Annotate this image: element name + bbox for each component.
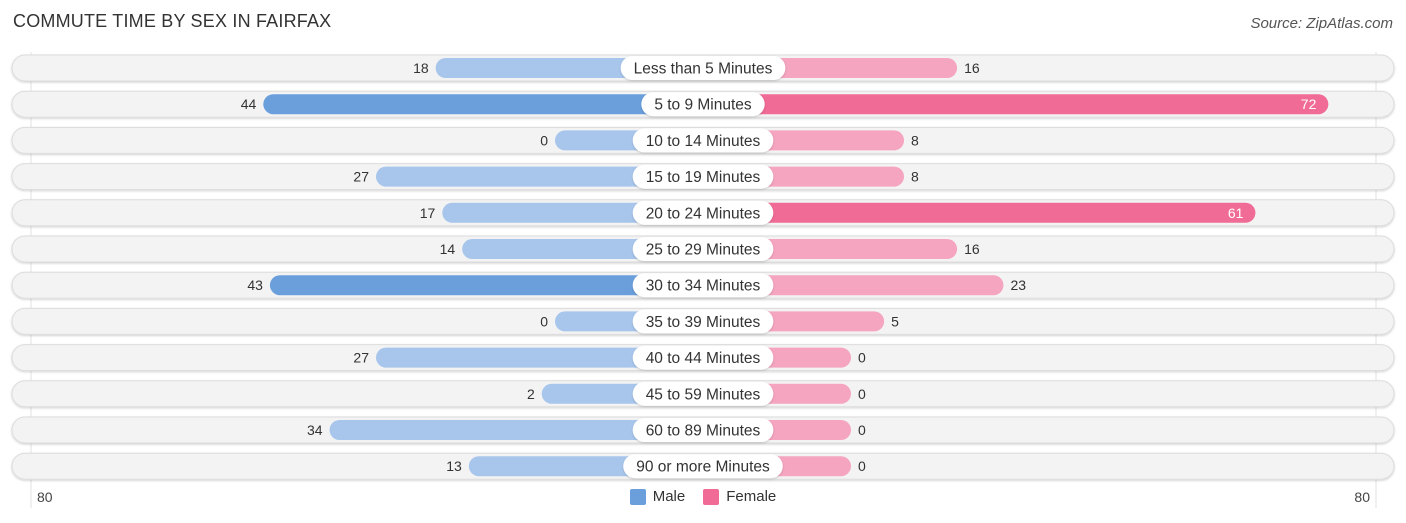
value-label-female: 0 [858, 422, 866, 438]
legend-label-female: Female [726, 488, 777, 505]
category-label: 45 to 59 Minutes [646, 386, 761, 403]
category-label: 90 or more Minutes [636, 459, 770, 476]
value-label-female: 72 [1301, 96, 1317, 112]
bar-female [703, 94, 1329, 115]
value-label-male: 14 [440, 241, 456, 257]
value-label-male: 27 [353, 350, 369, 366]
legend-swatch-male [629, 488, 646, 505]
value-label-female: 16 [964, 241, 980, 257]
category-label: 10 to 14 Minutes [646, 133, 761, 150]
value-label-female: 8 [911, 169, 919, 185]
category-label: 20 to 24 Minutes [646, 205, 761, 222]
value-label-female: 0 [858, 350, 866, 366]
category-label: 35 to 39 Minutes [646, 314, 761, 331]
bar-male [263, 94, 703, 115]
bar-female [703, 202, 1256, 223]
category-label: 5 to 9 Minutes [654, 97, 752, 114]
chart-area: 18 16 Less than 5 Minutes 44 72 5 to 9 Minute… [11, 52, 1395, 508]
value-label-male: 2 [527, 386, 535, 402]
category-label: 25 to 29 Minutes [646, 242, 761, 259]
legend-item-male[interactable]: Male [629, 488, 686, 505]
value-label-male: 34 [307, 422, 323, 438]
value-label-female: 16 [964, 60, 980, 76]
value-label-male: 17 [420, 205, 436, 221]
value-label-male: 13 [446, 458, 462, 474]
legend: Male Female [0, 488, 1406, 505]
category-label: Less than 5 Minutes [634, 61, 773, 78]
value-label-female: 5 [891, 313, 899, 329]
value-label-male: 0 [540, 132, 548, 148]
legend-label-male: Male [652, 488, 686, 505]
value-label-male: 18 [413, 60, 429, 76]
value-label-female: 23 [1010, 277, 1026, 293]
value-label-male: 43 [247, 277, 263, 293]
value-label-male: 44 [241, 96, 257, 112]
category-label: 40 to 44 Minutes [646, 350, 761, 367]
legend-swatch-female [703, 488, 720, 505]
value-label-female: 0 [858, 458, 866, 474]
value-label-male: 27 [353, 169, 369, 185]
value-label-female: 8 [911, 132, 919, 148]
value-label-female: 0 [858, 386, 866, 402]
legend-item-female[interactable]: Female [703, 488, 776, 505]
category-label: 30 to 34 Minutes [646, 278, 761, 295]
category-label: 15 to 19 Minutes [646, 169, 761, 186]
category-label: 60 to 89 Minutes [646, 423, 761, 440]
value-label-male: 0 [540, 313, 548, 329]
value-label-female: 61 [1228, 205, 1244, 221]
